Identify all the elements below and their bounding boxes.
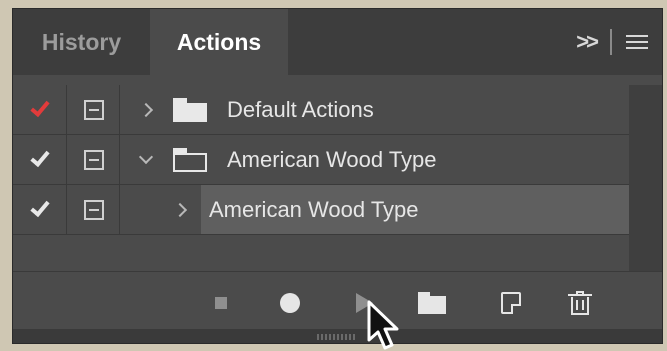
- list-item[interactable]: American Wood Type: [13, 135, 631, 185]
- actions-list: Default Actions American Wood Type Ameri…: [13, 85, 631, 235]
- toggle-item-checkbox[interactable]: [13, 135, 67, 184]
- chevron-down-icon[interactable]: [135, 149, 157, 171]
- chevron-right-icon[interactable]: [169, 199, 191, 221]
- checkmark-icon: [29, 146, 50, 167]
- action-set-row[interactable]: Default Actions: [135, 85, 631, 134]
- toggle-dialog-checkbox[interactable]: [68, 185, 120, 234]
- toggle-dialog-checkbox[interactable]: [68, 85, 120, 134]
- action-label: American Wood Type: [209, 196, 419, 222]
- action-set-label: American Wood Type: [227, 146, 437, 172]
- list-item[interactable]: American Wood Type: [13, 185, 631, 235]
- folder-icon: [173, 97, 207, 122]
- toggle-item-checkbox[interactable]: [13, 85, 67, 134]
- mouse-pointer-icon: [367, 300, 399, 350]
- action-set-label: Default Actions: [227, 96, 374, 122]
- tab-history[interactable]: History: [13, 9, 150, 75]
- checkmark-icon: [29, 96, 50, 117]
- panel-tabbar: History Actions >>: [13, 9, 662, 75]
- tabbar-divider: [610, 29, 612, 55]
- hamburger-menu-icon[interactable]: [626, 35, 648, 49]
- delete-button[interactable]: [565, 290, 595, 316]
- open-folder-icon: [173, 147, 207, 172]
- tab-actions[interactable]: Actions: [150, 9, 288, 75]
- action-row-selected[interactable]: American Wood Type: [201, 185, 631, 234]
- new-set-folder-icon: [418, 292, 446, 314]
- toggle-item-checkbox[interactable]: [13, 185, 67, 234]
- chevron-right-icon[interactable]: [135, 99, 157, 121]
- record-icon: [280, 293, 300, 313]
- toggle-dialog-checkbox[interactable]: [68, 135, 120, 184]
- dialog-icon: [83, 99, 104, 120]
- trash-icon: [568, 291, 592, 315]
- dialog-icon: [83, 199, 104, 220]
- grip-icon: [317, 334, 357, 340]
- action-set-row[interactable]: American Wood Type: [135, 135, 631, 184]
- checkmark-icon: [29, 196, 50, 217]
- scrollbar-track[interactable]: [629, 85, 662, 271]
- list-item[interactable]: Default Actions: [13, 85, 631, 135]
- new-action-icon: [501, 292, 521, 314]
- new-set-button[interactable]: [417, 290, 447, 316]
- dialog-icon: [83, 149, 104, 170]
- tabbar-controls: >>: [576, 9, 648, 75]
- stop-button[interactable]: [206, 290, 236, 316]
- actions-panel: History Actions >> Default Actions Ameri…: [12, 8, 663, 344]
- action-expander[interactable]: [169, 185, 203, 234]
- panel-resize-handle[interactable]: [13, 329, 662, 343]
- actions-toolbar: [13, 271, 662, 329]
- stop-icon: [215, 297, 227, 309]
- double-chevron-right-icon[interactable]: >>: [576, 29, 599, 55]
- new-action-button[interactable]: [496, 290, 526, 316]
- record-button[interactable]: [275, 290, 305, 316]
